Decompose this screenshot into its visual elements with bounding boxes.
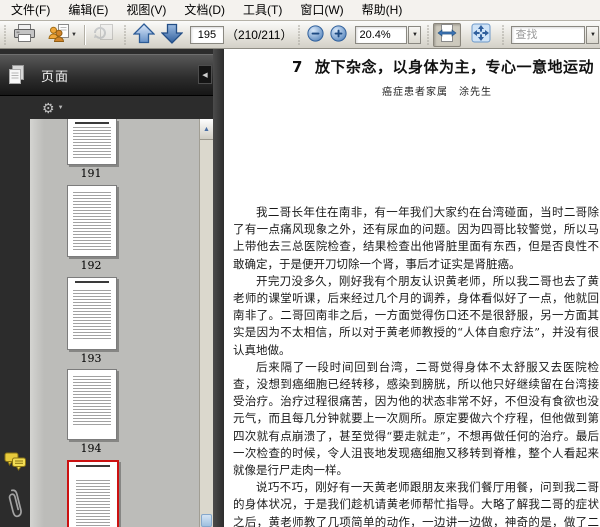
zoom-in-icon — [330, 24, 348, 45]
thumbnail-label: 192 — [80, 259, 102, 272]
collapse-arrow-icon: ◀ — [202, 71, 208, 79]
options-caret-icon: ▼ — [57, 104, 64, 111]
menu-window[interactable]: 窗口(W) — [291, 0, 352, 20]
collapse-panel-button[interactable]: ◀ — [198, 65, 212, 84]
printer-icon — [13, 23, 36, 46]
paragraph: 我二哥长年住在南非，有一年我们大家约在台湾碰面，当时二哥除了有一点痛风现象之外，… — [233, 205, 599, 271]
thumbnail-text — [73, 192, 111, 251]
thumbnail-label: 194 — [80, 442, 102, 455]
next-page-button[interactable] — [158, 23, 186, 47]
chevron-down-icon: ▼ — [411, 31, 418, 38]
fit-width-icon — [437, 24, 457, 45]
pdf-reader-window: 文件(F) 编辑(E) 视图(V) 文档(D) 工具(T) 窗口(W) 帮助(H… — [0, 0, 600, 527]
gear-icon: ⚙ — [42, 99, 55, 116]
chapter-number: 7 — [292, 58, 303, 76]
paragraph: 开完刀没多久，刚好我有个朋友认识黄老师，所以我二哥也去了黄老师的课堂听课，后来经… — [233, 273, 599, 357]
pane-splitter[interactable] — [213, 49, 224, 527]
thumbnail-page-194[interactable] — [67, 369, 117, 440]
find-dropdown-button[interactable]: ▼ — [586, 25, 600, 44]
scroll-up-button[interactable]: ▲ — [200, 119, 213, 140]
paragraph: 后来隔了一段时间回到台湾，二哥觉得身体不太舒服又去医院检查，没想到癌细胞已经转移… — [233, 359, 599, 478]
scrollbar-thumb[interactable] — [201, 514, 212, 527]
zoom-out-icon — [307, 24, 325, 45]
document-page[interactable]: 7 放下杂念，以身体为主，专心一意地运动 癌症患者家属 涂先生 我二哥长年住在南非… — [224, 49, 600, 527]
menu-view[interactable]: 视图(V) — [117, 0, 175, 20]
print-button[interactable] — [10, 23, 39, 47]
thumbnail-text — [73, 290, 111, 339]
page-count-label: （210/211） — [225, 28, 293, 42]
fit-width-button[interactable] — [433, 22, 462, 47]
toolbar-grip — [501, 23, 506, 46]
fit-page-icon — [471, 23, 491, 46]
down-arrow-icon — [160, 23, 184, 47]
thumbnail-text — [75, 122, 109, 124]
pages-icon — [7, 64, 26, 86]
menu-help[interactable]: 帮助(H) — [353, 0, 412, 20]
menu-edit[interactable]: 编辑(E) — [59, 0, 117, 20]
toolbar-separator — [83, 24, 85, 45]
menu-file[interactable]: 文件(F) — [2, 0, 59, 20]
document-body-text: 我二哥长年住在南非，有一年我们大家约在台湾碰面，当时二哥除了有一点痛风现象之外，… — [233, 204, 599, 527]
toolbar-grip — [426, 23, 431, 46]
attachments-paperclip-icon[interactable] — [7, 487, 23, 527]
up-arrow-icon — [132, 22, 156, 47]
thumbnail-text — [73, 376, 111, 425]
find-input[interactable] — [511, 25, 586, 44]
toolbar-grip — [297, 23, 302, 46]
zoom-in-button[interactable] — [327, 23, 350, 47]
chapter-byline: 癌症患者家属 涂先生 — [382, 87, 492, 98]
fit-page-button[interactable] — [468, 23, 494, 47]
scroll-up-arrow-icon: ▲ — [203, 125, 210, 133]
panel-options-button[interactable]: ⚙ ▼ — [30, 96, 64, 119]
comments-panel-icon[interactable] — [4, 452, 27, 477]
zoom-level-combo: ▼ — [355, 25, 422, 44]
main-area: 页面 ◀ ⚙ ▼ 191 192 193 194 ▲ 7 放下杂念，以身体为主，… — [0, 49, 600, 527]
page-number-input[interactable] — [189, 25, 224, 44]
menu-tools[interactable]: 工具(T) — [234, 0, 291, 20]
pages-panel-header: 页面 ◀ — [0, 54, 213, 96]
collaborate-icon — [48, 23, 69, 46]
navigation-pane: 页面 ◀ ⚙ ▼ 191 192 193 194 ▲ — [0, 49, 213, 527]
previous-page-button[interactable] — [130, 22, 158, 47]
toolbar-grip — [3, 23, 7, 46]
zoom-dropdown-button[interactable]: ▼ — [408, 25, 422, 44]
chevron-down-icon: ▼ — [589, 31, 596, 38]
menu-document[interactable]: 文档(D) — [175, 0, 234, 20]
collaborate-dropdown-caret-icon: ▼ — [71, 31, 77, 38]
thumbnail-label: 193 — [80, 352, 102, 365]
thumbnail-text — [73, 127, 111, 159]
thumbnail-page-195-selected[interactable] — [67, 460, 119, 527]
menu-bar: 文件(F) 编辑(E) 视图(V) 文档(D) 工具(T) 窗口(W) 帮助(H… — [0, 0, 600, 21]
page-thumbnails-list: 191 192 193 194 — [30, 119, 200, 527]
thumbnail-text — [75, 281, 109, 283]
toolbar-grip — [122, 23, 127, 46]
paragraph: 说巧不巧，刚好有一天黄老师跟朋友来我们餐厅用餐，问到我二哥的身体状况，于是我们趁… — [233, 480, 599, 527]
thumbnail-page-193[interactable] — [67, 277, 117, 350]
thumbnail-page-191[interactable] — [67, 119, 117, 165]
thumbnail-label: 191 — [80, 167, 102, 180]
panel-title: 页面 — [41, 68, 70, 84]
toolbar: ▼ 195 （210/211） 20.4% ▼ 查找 ▼ — [0, 21, 600, 49]
thumbnails-scrollbar[interactable]: ▲ — [199, 119, 213, 527]
thumbnail-page-192[interactable] — [67, 185, 117, 257]
collaborate-button[interactable]: ▼ — [45, 23, 80, 47]
email-share-button — [89, 23, 117, 47]
zoom-level-input[interactable] — [355, 25, 408, 44]
find-combo: ▼ — [511, 25, 600, 44]
thumbnail-text — [76, 480, 110, 527]
thumbnail-text — [76, 465, 110, 467]
sync-document-icon — [92, 24, 114, 45]
zoom-out-button[interactable] — [304, 23, 327, 47]
chapter-title-text: 放下杂念，以身体为主，专心一意地运动 — [314, 58, 594, 76]
chapter-title: 7 放下杂念，以身体为主，专心一意地运动 — [292, 56, 600, 77]
